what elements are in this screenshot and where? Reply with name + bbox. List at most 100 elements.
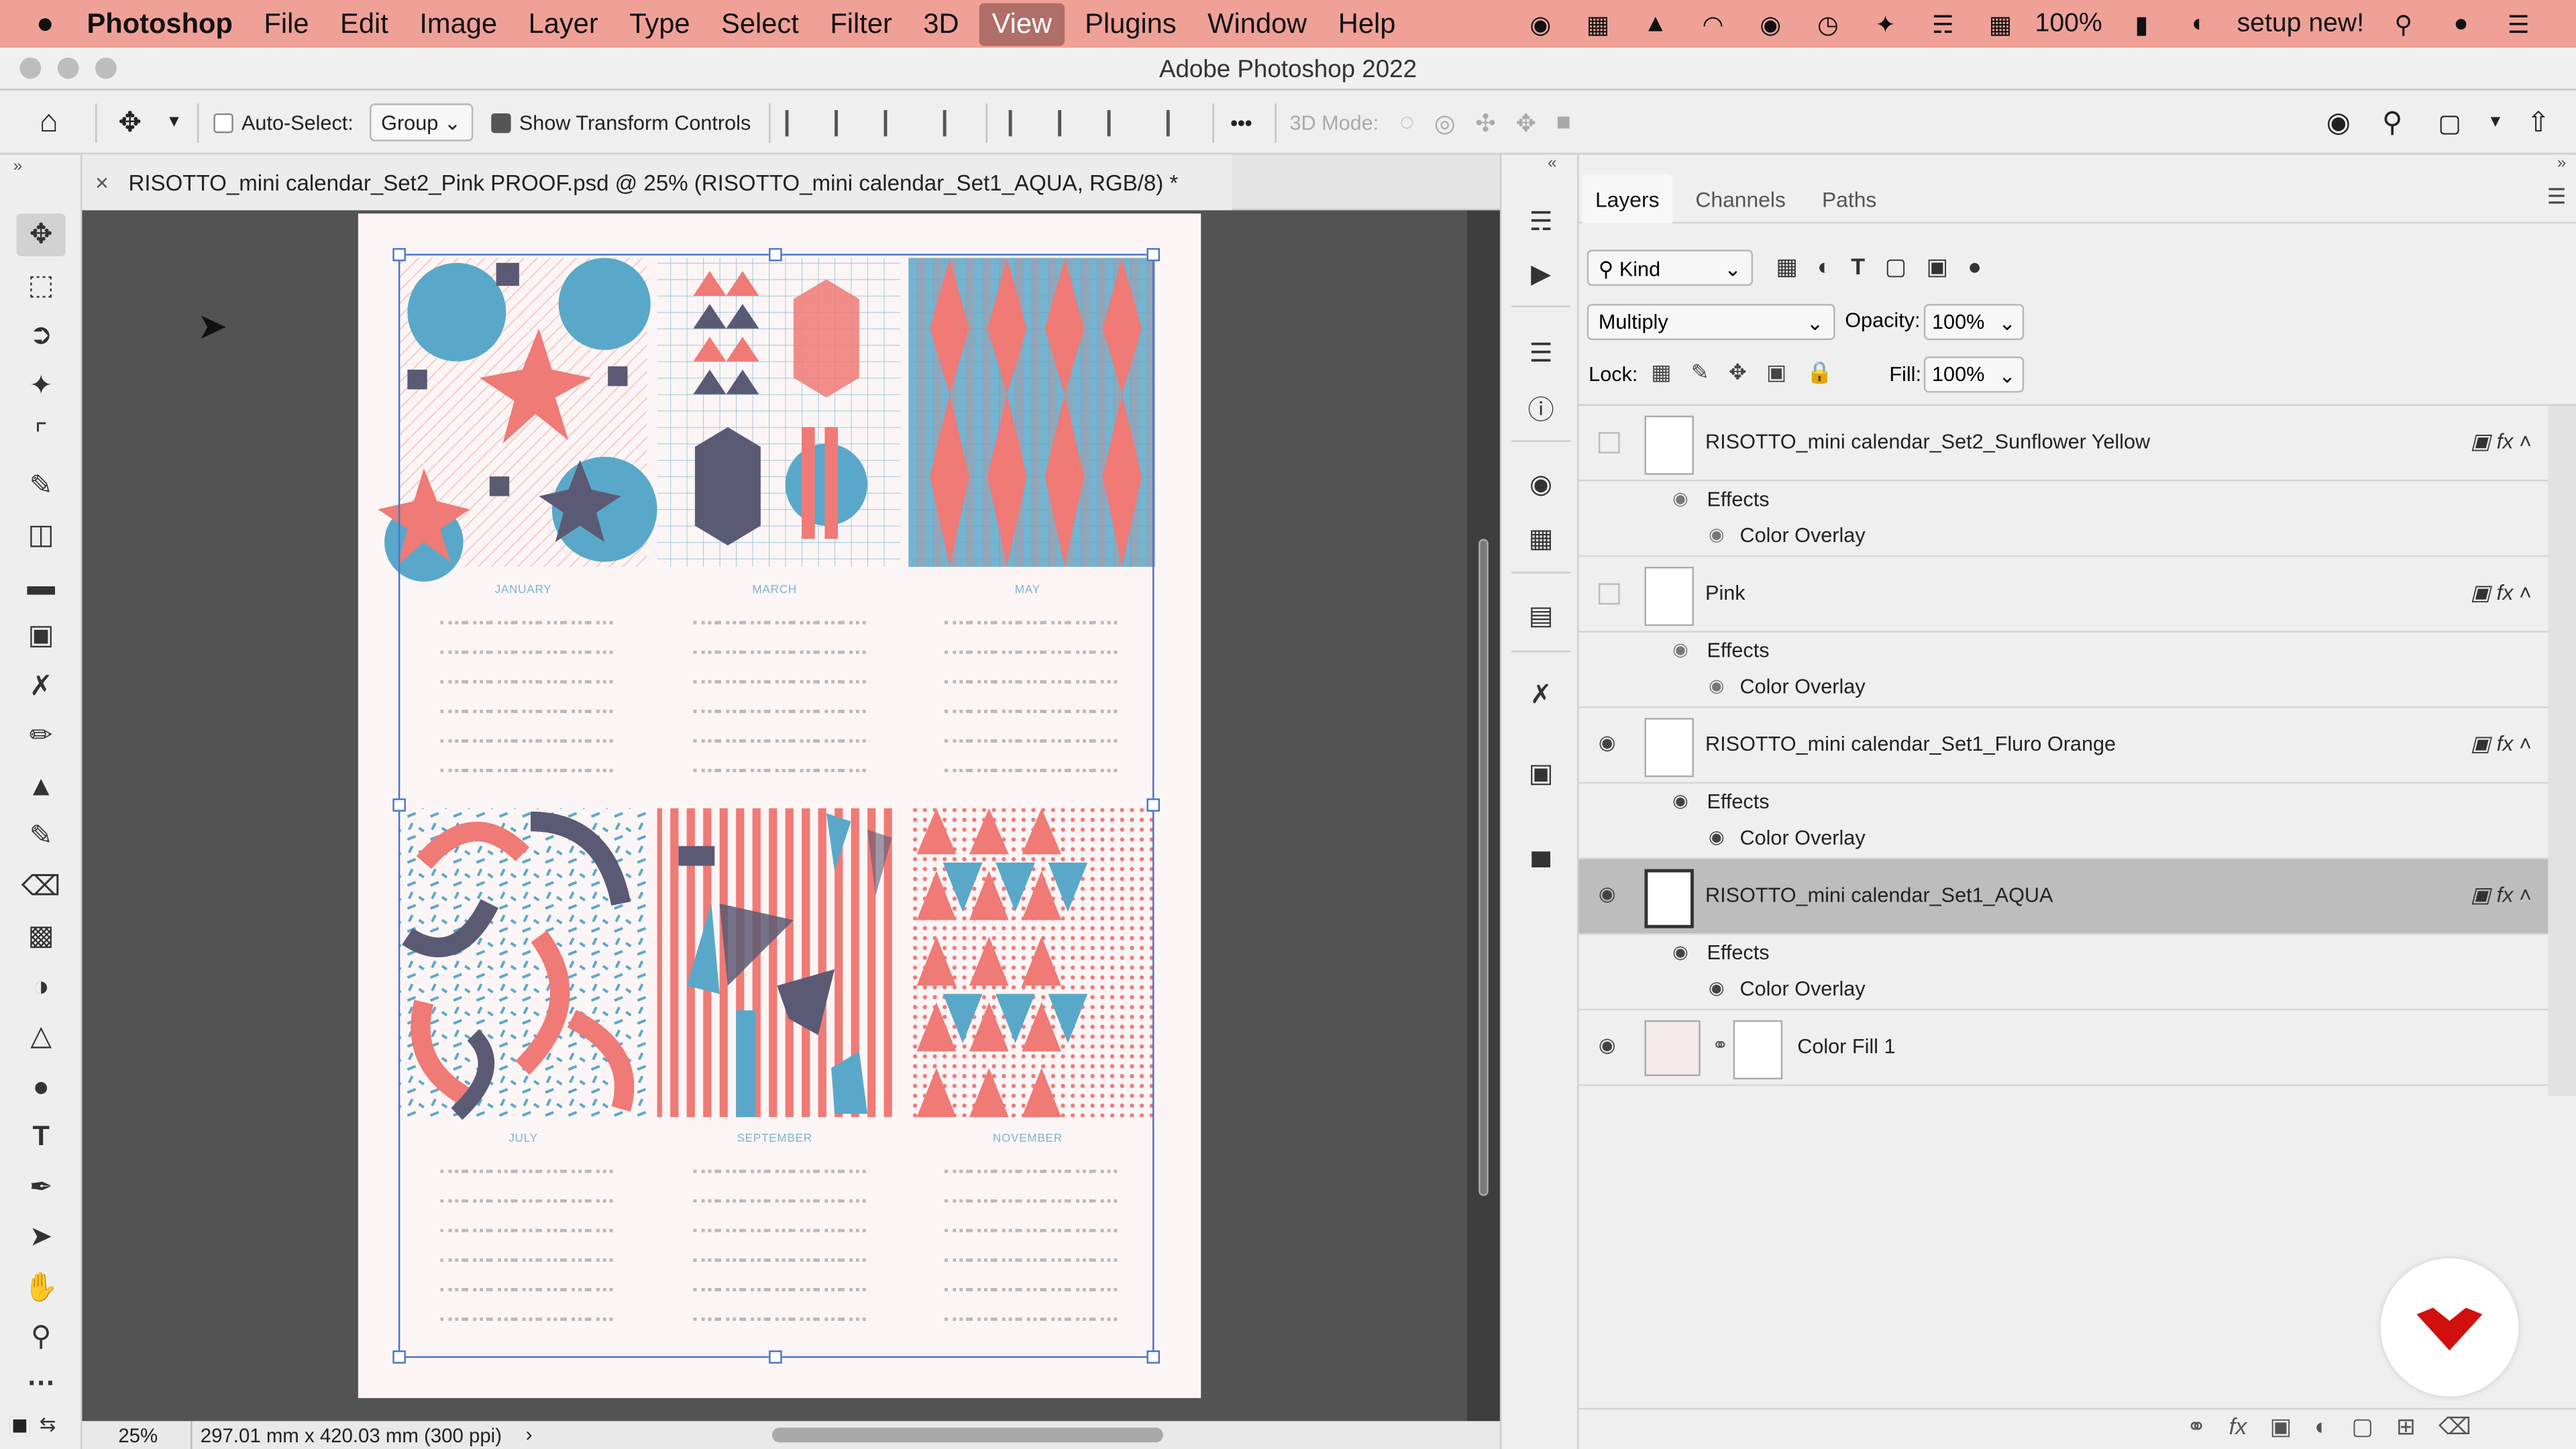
gauge-icon[interactable]: ◠ <box>1695 9 1731 39</box>
clone-stamp-tool[interactable]: ▲ <box>16 765 65 808</box>
layer-visibility-toggle[interactable] <box>1598 432 1620 453</box>
workspace-icon[interactable]: ▢ <box>2438 91 2461 155</box>
layer-filter-dropdown[interactable]: ⚲ Kind ⌄ <box>1587 250 1754 286</box>
color-overlay-row[interactable]: ◉ Color Overlay <box>1578 822 2548 858</box>
lock-position-icon[interactable]: ✥ <box>1729 360 1747 386</box>
opacity-field[interactable]: 100% ⌄ <box>1923 304 2025 340</box>
adjustment-layer-icon[interactable]: ◐ <box>2314 1413 2328 1441</box>
auto-select-checkbox[interactable] <box>213 112 233 133</box>
transform-handle-top[interactable] <box>769 248 782 262</box>
menu-file[interactable]: File <box>264 7 309 40</box>
layer-row[interactable]: RISOTTO_mini calendar_Set2_Sunflower Yel… <box>1578 406 2548 482</box>
distribute-vertical-icon[interactable] <box>943 109 969 136</box>
eye-app-icon[interactable]: ◉ <box>1752 9 1788 39</box>
menu-window[interactable]: Window <box>1208 7 1307 40</box>
siri-icon[interactable]: ● <box>2443 9 2479 38</box>
user-name[interactable]: setup new! <box>2237 9 2365 38</box>
blend-mode-dropdown[interactable]: Multiply ⌄ <box>1587 304 1835 340</box>
hand-tool[interactable]: ✋ <box>16 1267 65 1309</box>
document-tab[interactable]: × RISOTTO_mini calendar_Set2_Pink PROOF.… <box>82 154 1232 211</box>
marquee-tool[interactable]: ⬚ <box>16 264 65 307</box>
eraser-tool[interactable]: ⌫ <box>16 866 65 909</box>
transform-handle-bottom-right[interactable] <box>1146 1350 1160 1364</box>
history-brush-tool[interactable]: ✎ <box>16 815 65 858</box>
distribute-horizontal-icon[interactable] <box>1166 109 1193 136</box>
colorful-app-icon[interactable]: ▦ <box>1580 9 1616 39</box>
collapse-toolbar-icon[interactable]: » <box>13 158 23 176</box>
fx-icon[interactable]: ▣ fx ˄ <box>2471 429 2532 455</box>
filter-shape-icon[interactable]: ▢ <box>1885 253 1907 281</box>
lock-image-icon[interactable]: ✎ <box>1691 360 1709 386</box>
layer-row[interactable]: ◉ ⚭ Color Fill 1 <box>1578 1010 2548 1086</box>
focus-icon[interactable]: ◐ <box>2181 9 2217 38</box>
swap-colors-icon[interactable]: ⇆ <box>40 1413 56 1436</box>
add-fx-icon[interactable]: fx <box>2229 1413 2247 1441</box>
share-icon[interactable]: ⇧ <box>2527 91 2551 155</box>
menu-select[interactable]: Select <box>721 7 799 40</box>
more-options-icon[interactable]: ••• <box>1230 91 1252 155</box>
type-tool[interactable]: T <box>16 1116 65 1159</box>
transform-handle-right[interactable] <box>1146 798 1160 812</box>
fill-field[interactable]: 100% ⌄ <box>1923 356 2025 393</box>
clone-source-icon[interactable]: ▣ <box>1521 756 1561 792</box>
link-icon[interactable]: ⚭ <box>1712 1033 1729 1056</box>
layer-visibility-toggle[interactable] <box>1598 583 1620 605</box>
layer-name[interactable]: Color Fill 1 <box>1797 1035 1895 1058</box>
effects-row[interactable]: ◉ Effects <box>1578 936 2548 973</box>
layer-row[interactable]: ◉ RISOTTO_mini calendar_Set1_Fluro Orang… <box>1578 708 2548 784</box>
menu-3d[interactable]: 3D <box>923 7 959 40</box>
pen-tool[interactable]: ✒ <box>16 1167 65 1210</box>
layer-name[interactable]: Pink <box>1705 582 1746 604</box>
delete-layer-icon[interactable]: ⌫ <box>2438 1413 2471 1441</box>
control-center-icon[interactable]: ☰ <box>2500 9 2536 39</box>
color-overlay-row[interactable]: ◉ Color Overlay <box>1578 670 2548 706</box>
acrobat-icon[interactable]: ▲ <box>1638 9 1674 38</box>
spotlight-icon[interactable]: ⚲ <box>2385 9 2422 39</box>
healing-brush-tool[interactable]: ◫ <box>16 515 65 557</box>
apple-icon[interactable]: ● <box>36 7 54 41</box>
ruler-tool[interactable]: ▬ <box>16 565 65 608</box>
status-chevron-icon[interactable]: › <box>526 1423 533 1446</box>
layer-row[interactable]: Pink ▣ fx ˄ <box>1578 557 2548 633</box>
layer-mask-thumbnail[interactable] <box>1733 1020 1783 1079</box>
eye-icon[interactable]: ◉ <box>1599 1035 1620 1055</box>
magic-wand-tool[interactable]: ✦ <box>16 365 65 408</box>
color-overlay-row[interactable]: ◉ Color Overlay <box>1578 973 2548 1009</box>
path-selection-tool[interactable]: ➤ <box>16 1216 65 1258</box>
share-user-icon[interactable]: ◉ <box>2326 91 2351 155</box>
transform-controls-checkbox[interactable] <box>491 112 511 133</box>
dodge-tool[interactable]: ● <box>16 1066 65 1109</box>
fx-icon[interactable]: ▣ fx ˄ <box>2471 882 2532 908</box>
time-machine-icon[interactable]: ◷ <box>1810 9 1846 39</box>
move-tool[interactable]: ✥ <box>16 213 66 257</box>
keyboard-icon[interactable]: ▦ <box>1982 9 2019 39</box>
panel-menu-icon[interactable]: ☰ <box>2547 184 2567 210</box>
content-aware-move-tool[interactable]: ✗ <box>16 665 65 708</box>
adjustments-icon[interactable]: ☰ <box>1521 335 1561 372</box>
layer-name[interactable]: RISOTTO_mini calendar_Set2_Sunflower Yel… <box>1705 431 2150 453</box>
horizontal-scrollbar[interactable] <box>772 1428 1163 1443</box>
auto-select-dropdown[interactable]: Group ⌄ <box>370 103 473 142</box>
layer-name[interactable]: RISOTTO_mini calendar_Set1_Fluro Orange <box>1705 733 2116 755</box>
align-middle-icon[interactable] <box>1058 109 1084 136</box>
eyedropper-tool[interactable]: ✎ <box>16 465 65 508</box>
brush-settings-icon[interactable]: ✗ <box>1521 677 1561 713</box>
transform-handle-bottom-left[interactable] <box>392 1350 406 1364</box>
collapse-right-panel-icon[interactable]: » <box>2557 154 2567 172</box>
eye-icon[interactable]: ◉ <box>1599 884 1620 904</box>
home-icon[interactable]: ⌂ <box>40 91 58 155</box>
align-right-icon[interactable] <box>883 109 910 136</box>
brush-tool[interactable]: ✏ <box>16 714 65 757</box>
align-center-icon[interactable] <box>835 109 861 136</box>
align-bottom-icon[interactable] <box>1107 109 1134 136</box>
menu-filter[interactable]: Filter <box>830 7 892 40</box>
menu-view[interactable]: View <box>978 2 1065 46</box>
lock-artboard-icon[interactable]: ▣ <box>1766 360 1786 386</box>
transform-handle-top-right[interactable] <box>1146 248 1160 262</box>
tool-preset-chevron-icon[interactable]: ▼ <box>166 91 182 155</box>
battery-icon[interactable]: ▮ <box>2124 9 2160 39</box>
fx-icon[interactable]: ▣ fx ˄ <box>2471 580 2532 606</box>
layer-row-selected[interactable]: ◉ RISOTTO_mini calendar_Set1_AQUA ▣ fx ˄ <box>1578 859 2548 935</box>
document-canvas[interactable]: JANUARY MARCH MAY JULY SEPTEMBER NOVEMBE… <box>358 213 1201 1399</box>
filter-adjustment-icon[interactable]: ◐ <box>1817 253 1831 281</box>
